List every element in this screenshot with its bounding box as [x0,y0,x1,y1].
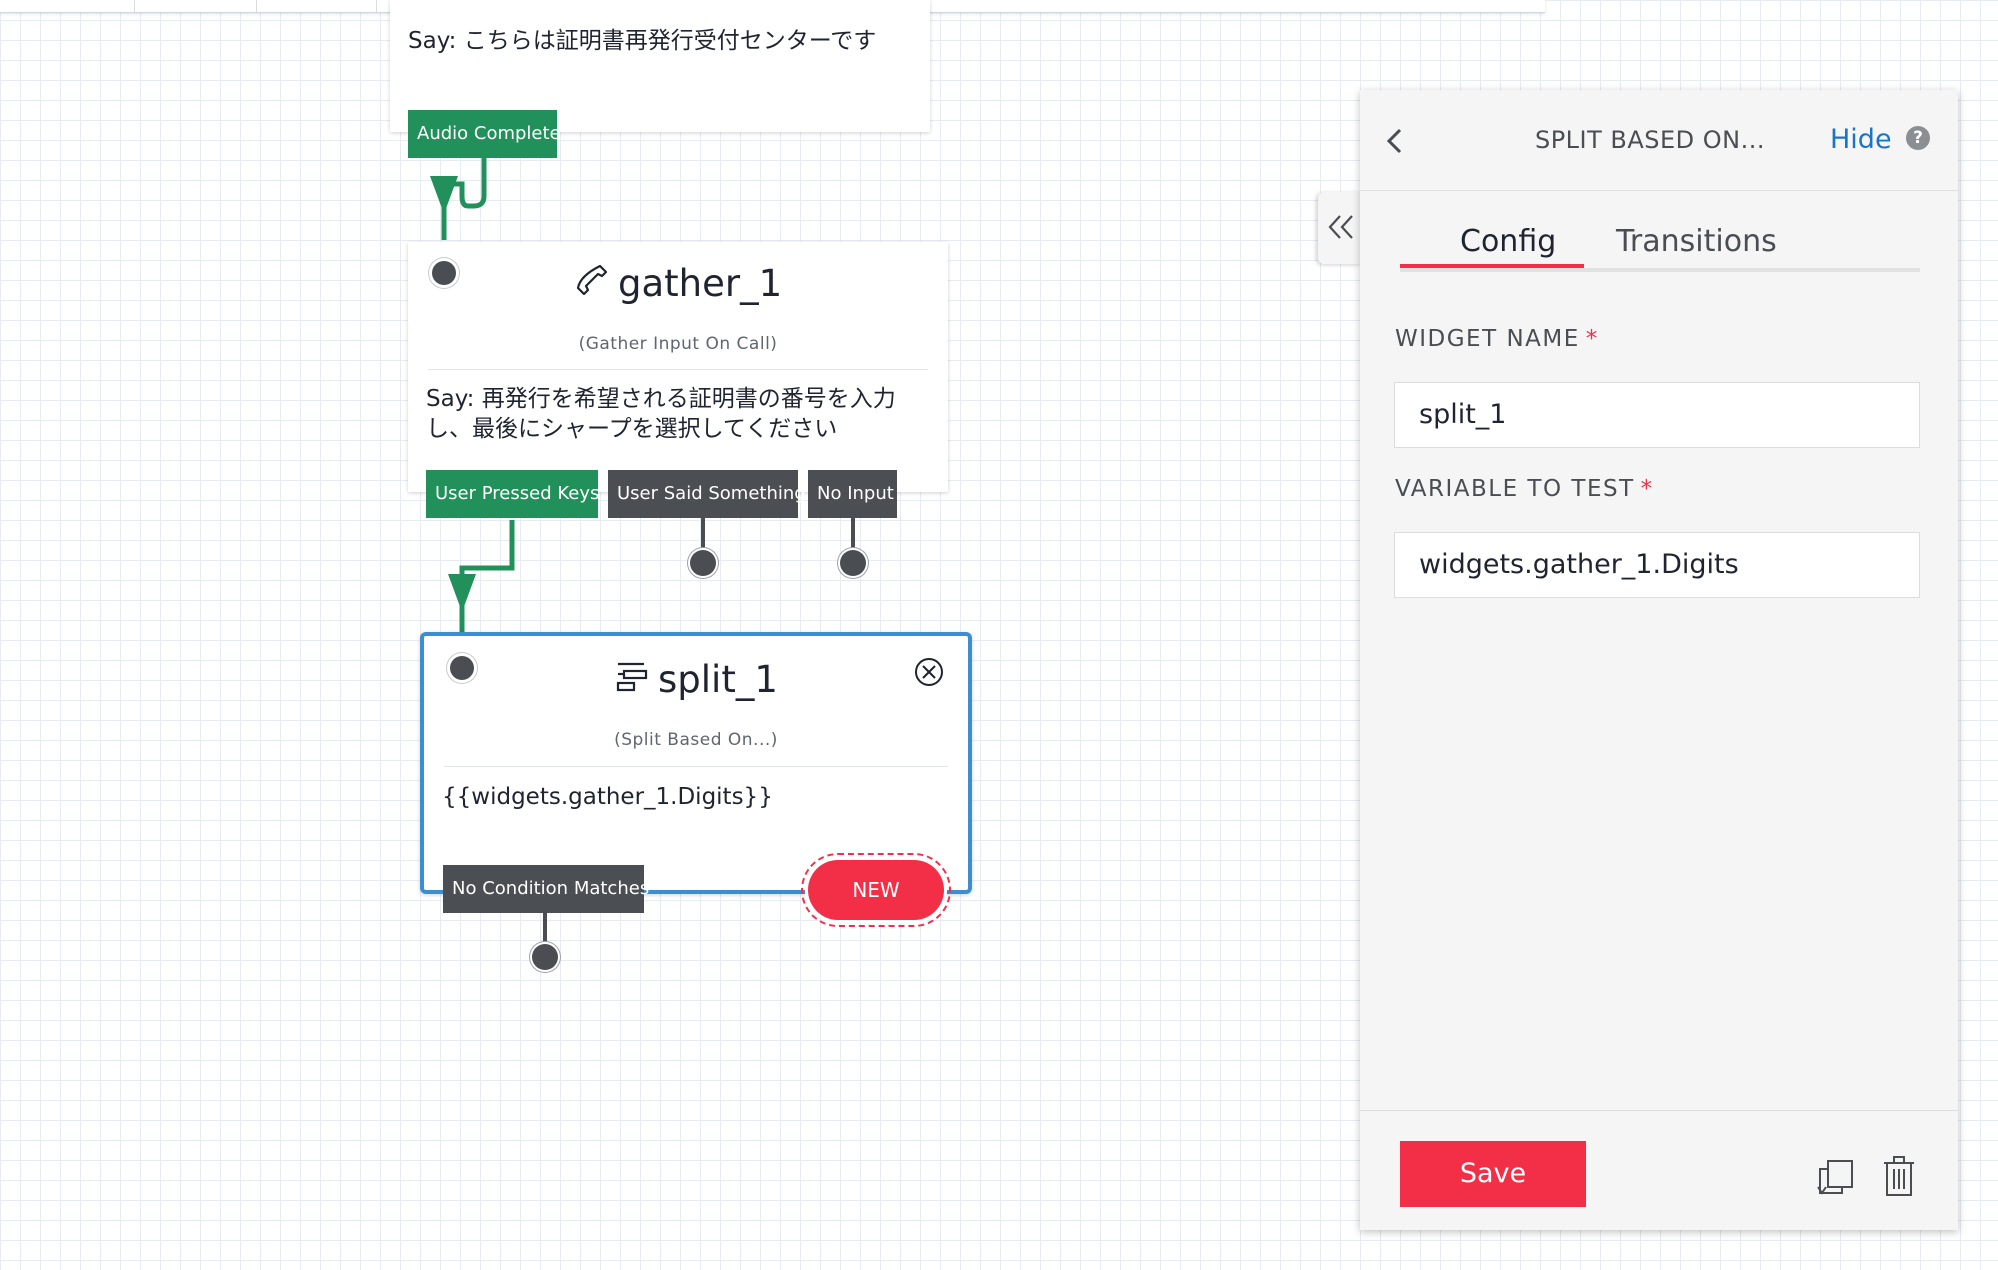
split-widget-variable: {{widgets.gather_1.Digits}} [442,784,773,810]
duplicate-icon[interactable] [1816,1157,1856,1197]
panel-title: SPLIT BASED ON... [1534,126,1766,154]
required-mark: * [1640,476,1654,502]
gather-widget-title: gather_1 [618,262,783,305]
close-icon[interactable] [914,657,944,687]
hide-panel-link[interactable]: Hide [1830,124,1892,155]
gather-widget-text: Say: 再発行を希望される証明書の番号を入力し、最後にシャープを選択してくださ… [426,386,896,442]
tab-config[interactable]: Config [1460,220,1556,264]
save-button[interactable]: Save [1400,1141,1586,1207]
trash-icon[interactable] [1882,1155,1916,1197]
panel-tabs: Config Transitions [1400,220,1920,272]
split-widget-divider [444,766,948,767]
new-transition-button[interactable]: NEW [808,860,944,920]
split-widget-title-row: split_1 [614,658,778,701]
phone-icon [576,264,608,296]
split-widget-subtitle: (Split Based On...) [614,730,778,750]
required-mark: * [1585,326,1599,352]
double-chevron-left-icon [1328,215,1353,239]
no-condition-matches-output-port[interactable] [532,944,558,970]
user-said-something-output-port[interactable] [690,550,716,576]
widget-config-panel: SPLIT BASED ON... Hide ? Config Transiti… [1360,90,1958,1230]
widget-name-label-text: WIDGET NAME [1395,326,1580,352]
help-icon[interactable]: ? [1906,126,1930,150]
chevron-left-icon[interactable] [1384,126,1404,156]
panel-footer: Save [1360,1110,1958,1231]
widget-name-field[interactable]: split_1 [1394,382,1920,448]
variable-to-test-field[interactable]: widgets.gather_1.Digits [1394,532,1920,598]
say-widget-text: Say: こちらは証明書再発行受付センターです [408,28,877,54]
active-tab-indicator [1400,264,1584,268]
variable-to-test-label-text: VARIABLE TO TEST [1395,476,1635,502]
no-input-output-port[interactable] [840,550,866,576]
transition-audio-complete[interactable]: Audio Complete [408,110,561,158]
transition-no-input[interactable]: No Input [808,470,897,518]
tab-transitions[interactable]: Transitions [1616,220,1777,264]
transition-no-condition-matches[interactable]: No Condition Matches [443,865,649,913]
variable-to-test-label: VARIABLE TO TEST * [1395,476,1654,502]
panel-header: SPLIT BASED ON... Hide ? [1360,90,1958,191]
widget-name-label: WIDGET NAME * [1395,326,1599,352]
collapse-panel-button[interactable] [1318,192,1362,264]
split-input-port[interactable] [450,656,474,680]
split-widget-title: split_1 [658,658,778,701]
transition-user-said-something[interactable]: User Said Something [608,470,806,518]
gather-widget[interactable]: gather_1 (Gather Input On Call) Say: 再発行… [408,242,948,492]
gather-widget-divider [428,369,928,370]
gather-widget-title-row: gather_1 [574,262,782,305]
gather-input-port[interactable] [432,261,456,285]
transition-user-pressed-keys[interactable]: User Pressed Keys [426,470,599,518]
split-icon [616,662,648,692]
gather-widget-subtitle: (Gather Input On Call) [578,334,778,354]
